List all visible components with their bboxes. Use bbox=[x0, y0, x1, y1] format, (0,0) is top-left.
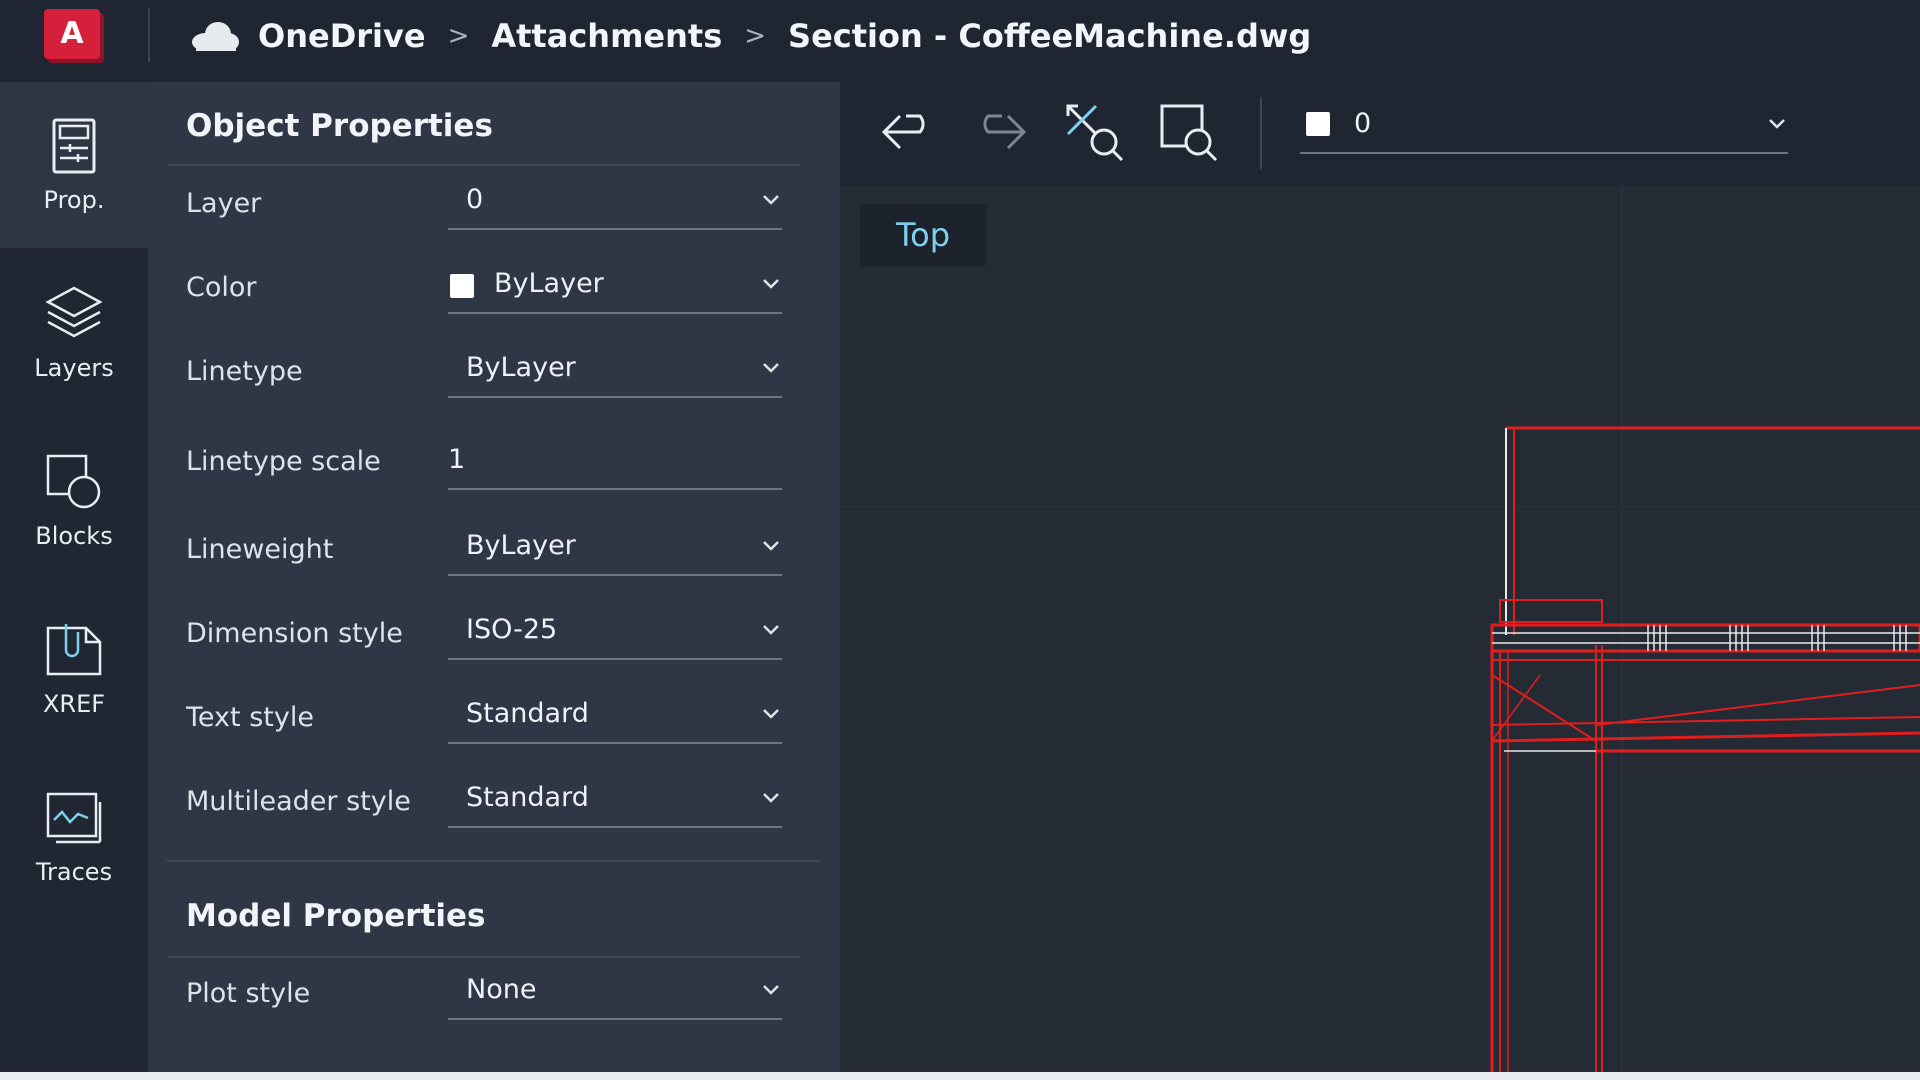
zoom-extents-icon[interactable] bbox=[1062, 100, 1126, 164]
layer-dropdown[interactable]: 0 bbox=[448, 176, 782, 230]
rail-label-xref: XREF bbox=[42, 690, 106, 718]
view-label-tab[interactable]: Top bbox=[860, 204, 986, 266]
multileader-style-dropdown[interactable]: Standard bbox=[448, 774, 782, 828]
title-bar: A OneDrive > Attachments > Section - Cof… bbox=[0, 0, 1920, 82]
text-style-value: Standard bbox=[466, 698, 589, 729]
plot-style-dropdown[interactable]: None bbox=[448, 966, 782, 1020]
autocad-logo-icon[interactable]: A bbox=[44, 9, 100, 59]
section-divider bbox=[168, 956, 800, 958]
breadcrumb-onedrive[interactable]: OneDrive bbox=[258, 17, 426, 55]
color-value: ByLayer bbox=[494, 268, 604, 299]
linetype-scale-input[interactable]: 1 bbox=[448, 436, 782, 490]
coffee-machine-section-drawing bbox=[840, 185, 1920, 1080]
lineweight-value: ByLayer bbox=[466, 530, 576, 561]
section-divider bbox=[168, 164, 800, 166]
rail-item-blocks[interactable]: Blocks bbox=[0, 418, 148, 584]
multileader-style-label: Multileader style bbox=[186, 786, 411, 817]
chevron-down-icon bbox=[1769, 119, 1785, 129]
bottom-edge bbox=[0, 1072, 1920, 1080]
dimension-style-label: Dimension style bbox=[186, 618, 403, 649]
rail-label-traces: Traces bbox=[35, 858, 113, 886]
linetype-label: Linetype bbox=[186, 356, 303, 387]
rail-label-layers: Layers bbox=[34, 354, 114, 382]
zoom-window-icon[interactable] bbox=[1156, 100, 1220, 164]
rail-item-xref[interactable]: XREF bbox=[0, 586, 148, 752]
current-layer-dropdown[interactable]: 0 bbox=[1300, 100, 1788, 154]
plot-style-label: Plot style bbox=[186, 978, 311, 1009]
layers-icon bbox=[45, 286, 103, 338]
chevron-down-icon bbox=[763, 541, 779, 551]
layer-value: 0 bbox=[466, 184, 484, 215]
text-style-dropdown[interactable]: Standard bbox=[448, 690, 782, 744]
toolbar-divider bbox=[1260, 97, 1262, 169]
color-label: Color bbox=[186, 272, 257, 303]
onedrive-cloud-icon bbox=[192, 22, 239, 51]
linetype-scale-value: 1 bbox=[448, 444, 466, 475]
chevron-down-icon bbox=[763, 793, 779, 803]
divider bbox=[148, 8, 150, 62]
xref-icon bbox=[46, 624, 102, 676]
layer-color-swatch bbox=[1306, 112, 1330, 136]
properties-icon bbox=[52, 118, 96, 174]
breadcrumb-file-name: Section - CoffeeMachine.dwg bbox=[788, 17, 1312, 55]
chevron-down-icon bbox=[763, 625, 779, 635]
color-swatch bbox=[450, 274, 474, 298]
section-divider bbox=[166, 860, 820, 862]
linetype-scale-label: Linetype scale bbox=[186, 446, 381, 477]
properties-panel: Object Properties Layer 0 Color ByLayer … bbox=[148, 82, 840, 1080]
chevron-down-icon bbox=[763, 195, 779, 205]
chevron-down-icon bbox=[763, 709, 779, 719]
app-logo-letter: A bbox=[60, 16, 84, 51]
linetype-value: ByLayer bbox=[466, 352, 576, 383]
linetype-dropdown[interactable]: ByLayer bbox=[448, 344, 782, 398]
rail-label-blocks: Blocks bbox=[35, 522, 113, 550]
redo-icon[interactable] bbox=[968, 100, 1032, 164]
dimension-style-dropdown[interactable]: ISO-25 bbox=[448, 606, 782, 660]
rail-item-properties[interactable]: Prop. bbox=[0, 82, 148, 248]
rail-item-layers[interactable]: Layers bbox=[0, 250, 148, 416]
breadcrumb-separator: > bbox=[744, 21, 767, 51]
breadcrumb-separator: > bbox=[447, 21, 470, 51]
chevron-down-icon bbox=[763, 985, 779, 995]
lineweight-label: Lineweight bbox=[186, 534, 334, 565]
left-tool-rail: Prop. Layers Blocks XREF Traces bbox=[0, 82, 148, 1080]
text-style-label: Text style bbox=[186, 702, 314, 733]
breadcrumb-attachments[interactable]: Attachments bbox=[491, 17, 722, 55]
current-layer-value: 0 bbox=[1354, 108, 1372, 139]
view-label: Top bbox=[896, 216, 950, 254]
plot-style-value: None bbox=[466, 974, 537, 1005]
rail-item-traces[interactable]: Traces bbox=[0, 754, 148, 920]
object-properties-title: Object Properties bbox=[186, 108, 493, 144]
undo-icon[interactable] bbox=[876, 100, 940, 164]
drawing-canvas[interactable]: 0 Top bbox=[840, 82, 1920, 1080]
canvas-toolbar: 0 bbox=[840, 82, 1920, 185]
color-dropdown[interactable]: ByLayer bbox=[448, 260, 782, 314]
chevron-down-icon bbox=[763, 279, 779, 289]
multileader-style-value: Standard bbox=[466, 782, 589, 813]
chevron-down-icon bbox=[763, 363, 779, 373]
dimension-style-value: ISO-25 bbox=[466, 614, 558, 645]
model-properties-title: Model Properties bbox=[186, 898, 486, 934]
layer-label: Layer bbox=[186, 188, 262, 219]
traces-icon bbox=[46, 792, 102, 844]
lineweight-dropdown[interactable]: ByLayer bbox=[448, 522, 782, 576]
breadcrumb: OneDrive > Attachments > Section - Coffe… bbox=[190, 12, 1311, 60]
blocks-icon bbox=[46, 454, 101, 509]
rail-label-properties: Prop. bbox=[43, 186, 105, 214]
